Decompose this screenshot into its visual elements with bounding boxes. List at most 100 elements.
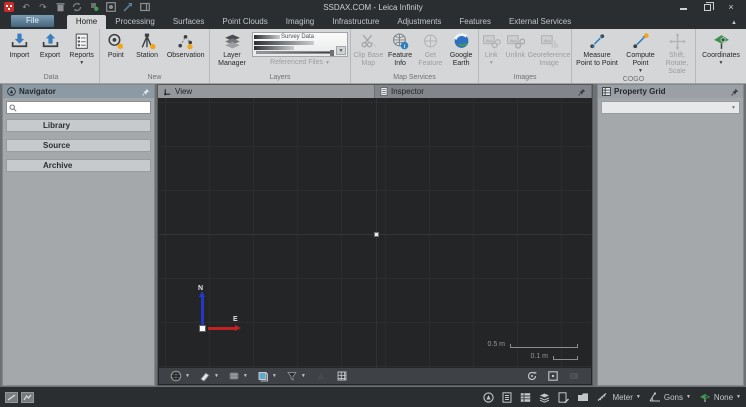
display-settings-icon	[170, 370, 182, 382]
zoom-extents-button[interactable]	[543, 369, 563, 383]
distance-unit-value: Meter	[612, 393, 632, 402]
clip-base-map-icon	[359, 32, 378, 51]
tab-inspector[interactable]: Inspector	[375, 85, 592, 98]
instrument-selector[interactable]: None ▼	[699, 392, 741, 402]
navigator-toggle-icon[interactable]	[483, 392, 494, 403]
snap-settings-button[interactable]: ▼	[224, 369, 252, 383]
property-grid-toggle-icon[interactable]	[520, 392, 531, 403]
instrument-icon[interactable]	[89, 2, 99, 12]
surface-display-button[interactable]	[311, 369, 331, 383]
area-tool-toggle[interactable]	[21, 392, 34, 403]
grid-toggle-button[interactable]	[332, 369, 352, 383]
minimize-button[interactable]	[678, 3, 688, 12]
get-feature-button[interactable]: Get Feature	[415, 31, 445, 73]
navigator-search-input[interactable]	[19, 103, 148, 112]
navigator-title: Navigator	[19, 87, 56, 96]
map-canvas[interactable]: N E 0.5 m 0.1 m	[159, 98, 591, 368]
undo-icon[interactable]: ↶	[21, 2, 31, 12]
tab-processing[interactable]: Processing	[106, 15, 164, 29]
pin-icon[interactable]	[731, 88, 739, 96]
inspector-toggle-icon[interactable]	[502, 392, 512, 403]
restore-button[interactable]	[702, 3, 712, 12]
unlink-image-button[interactable]: Unlink	[503, 31, 528, 73]
previous-view-button[interactable]	[564, 369, 584, 383]
distance-unit-selector[interactable]: Meter ▼	[597, 392, 640, 402]
rotate-view-button[interactable]	[522, 369, 542, 383]
property-grid-title: Property Grid	[614, 87, 666, 96]
tab-file[interactable]: File	[10, 14, 55, 28]
svg-text:i: i	[403, 43, 405, 50]
selection-tool-button[interactable]: ▼	[195, 369, 223, 383]
navigator-panel: Navigator Library Source Archive	[2, 84, 155, 386]
active-layer-widget[interactable]: Survey Data ▼ Referenced Files ▼	[252, 31, 348, 73]
delete-icon[interactable]	[55, 2, 65, 12]
ribbon-group-new: Point Station Observation New	[100, 29, 210, 83]
tab-point-clouds[interactable]: Point Clouds	[213, 15, 276, 29]
group-label-data: Data	[3, 73, 99, 83]
view-mode-button[interactable]: ▼	[253, 369, 281, 383]
filter-button[interactable]: ▼	[282, 369, 310, 383]
clip-base-map-button[interactable]: Clip Base Map	[352, 31, 385, 73]
sync-icon[interactable]	[72, 2, 82, 12]
angle-unit-value: Gons	[664, 393, 683, 402]
google-earth-button[interactable]: Google Earth	[445, 31, 477, 73]
pin-icon[interactable]	[578, 88, 586, 96]
tab-infrastructure[interactable]: Infrastructure	[323, 15, 388, 29]
instrument-status-icon	[699, 392, 711, 402]
new-station-button[interactable]: Station	[131, 31, 164, 73]
window-layout-icon[interactable]	[140, 2, 150, 12]
rotate-view-icon	[526, 370, 538, 382]
tab-view[interactable]: View	[158, 85, 375, 98]
dropdown-caret-icon: ▼	[719, 61, 724, 66]
reports-button[interactable]: Reports ▼	[65, 31, 98, 73]
east-axis-arrow	[208, 327, 236, 330]
referenced-files-button[interactable]: Referenced Files	[270, 59, 323, 66]
tab-imaging[interactable]: Imaging	[277, 15, 323, 29]
view-panel: View Inspector N E 0.5 m 0.1 m	[157, 84, 593, 386]
layer-preview[interactable]: Survey Data ▼	[252, 32, 348, 57]
new-point-button[interactable]: Point	[101, 31, 131, 73]
redo-icon[interactable]: ↷	[38, 2, 48, 12]
report-toggle-icon[interactable]	[558, 392, 569, 403]
line-tool-toggle[interactable]	[5, 392, 18, 403]
export-button[interactable]: Export	[35, 31, 66, 73]
navigator-section-library[interactable]: Library	[6, 119, 151, 132]
navigator-section-source[interactable]: Source	[6, 139, 151, 152]
collapse-ribbon-icon[interactable]: ▲	[722, 20, 746, 29]
snapshot-icon[interactable]	[106, 2, 116, 12]
survey-point[interactable]	[374, 232, 379, 237]
angle-unit-selector[interactable]: Gons ▼	[649, 392, 691, 402]
compute-point-button[interactable]: Compute Point ▼	[621, 31, 661, 75]
close-button[interactable]: ×	[726, 3, 736, 12]
tab-home[interactable]: Home	[67, 15, 106, 29]
archive-toggle-icon[interactable]	[577, 392, 589, 402]
dropdown-caret-icon: ▼	[325, 61, 330, 66]
tab-external-services[interactable]: External Services	[500, 15, 580, 29]
tab-adjustments[interactable]: Adjustments	[388, 15, 450, 29]
pin-icon[interactable]	[142, 88, 150, 96]
property-grid-selector[interactable]: ▼	[601, 101, 740, 114]
tab-features[interactable]: Features	[450, 15, 500, 29]
navigator-section-archive[interactable]: Archive	[6, 159, 151, 172]
tab-surfaces[interactable]: Surfaces	[164, 15, 214, 29]
layer-opacity-slider[interactable]	[256, 51, 333, 54]
shift-rotate-scale-button[interactable]: Shift, Rotate, Scale	[661, 31, 694, 75]
link-image-button[interactable]: Link ▼	[480, 31, 503, 73]
feature-info-button[interactable]: i Feature Info	[385, 31, 416, 73]
layer-dropdown-icon[interactable]: ▼	[336, 46, 346, 55]
coordinates-button[interactable]: Coordinates ▼	[698, 31, 744, 73]
new-observation-button[interactable]: Observation	[163, 31, 208, 73]
display-settings-button[interactable]: ▼	[166, 369, 194, 383]
group-label-images: Images	[479, 73, 571, 83]
view-axis-icon	[163, 87, 172, 96]
compute-point-icon	[631, 32, 650, 51]
layers-toggle-icon[interactable]	[539, 392, 550, 403]
measure-point-to-point-button[interactable]: Measure Point to Point	[574, 31, 621, 75]
import-button[interactable]: Import	[4, 31, 35, 73]
publish-icon[interactable]	[123, 2, 133, 12]
ribbon-tab-bar: File Home Processing Surfaces Point Clou…	[0, 14, 746, 29]
measure-point-to-point-icon	[588, 32, 607, 51]
georeference-image-button[interactable]: Georeference Image	[528, 31, 570, 73]
layer-manager-button[interactable]: Layer Manager	[212, 31, 252, 73]
dropdown-caret-icon: ▼	[638, 69, 643, 74]
